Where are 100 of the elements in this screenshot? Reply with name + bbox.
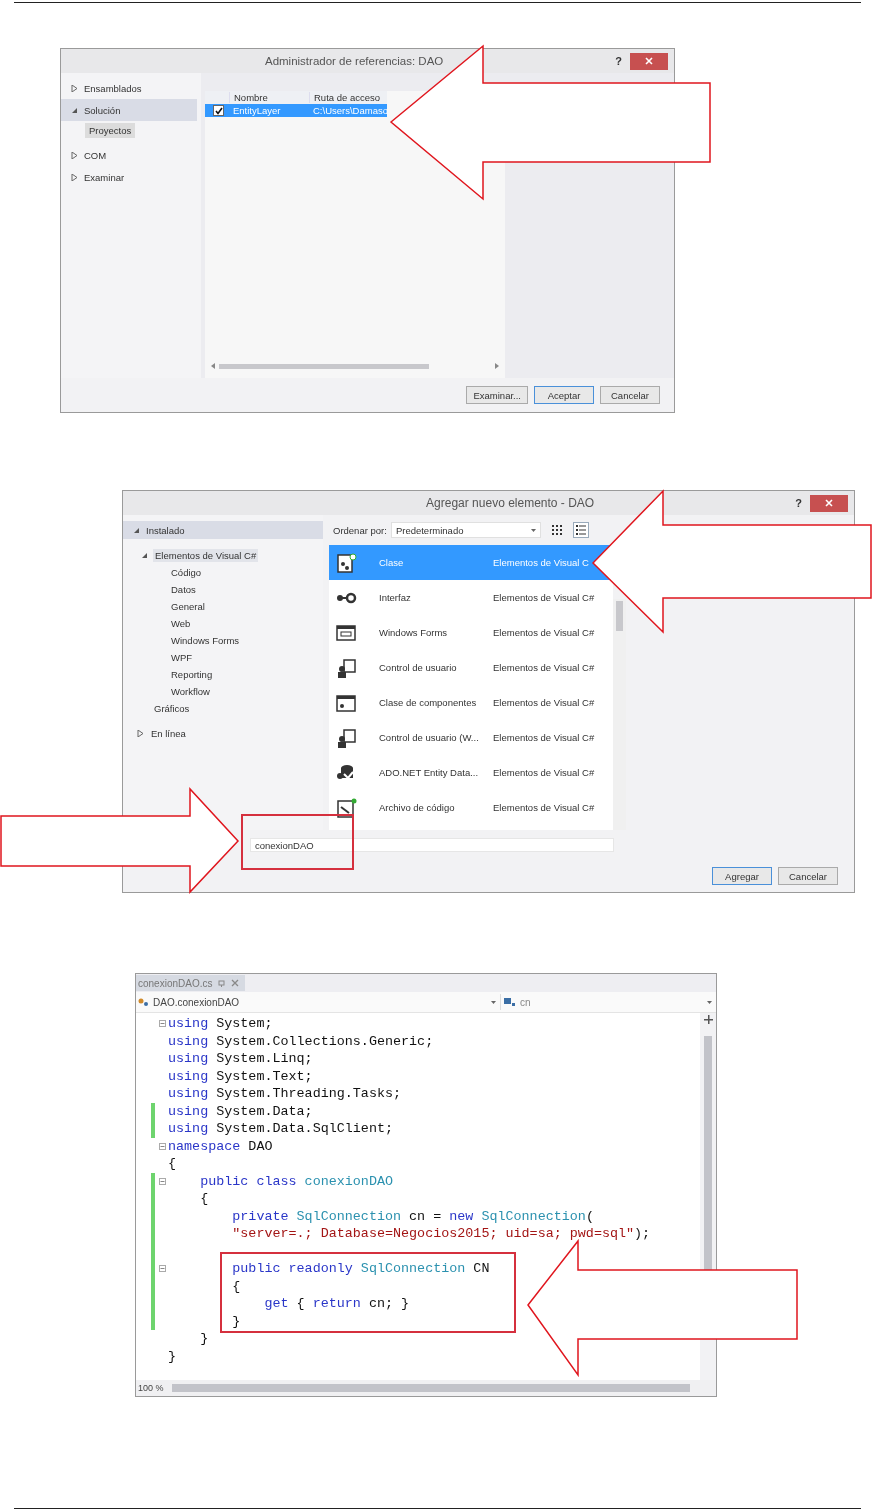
collapsed-icon[interactable] (71, 84, 78, 92)
close-icon (645, 57, 653, 65)
tree-item[interactable]: Reporting (169, 668, 215, 681)
template-category: Elementos de Visual C (493, 557, 590, 568)
fold-toggle[interactable] (159, 1020, 166, 1028)
code-line: { (231, 1278, 241, 1294)
caret-icon (491, 1000, 496, 1004)
collapsed-icon[interactable] (71, 173, 78, 181)
tree-header[interactable]: Instalado (123, 521, 323, 539)
code-line: } (168, 1348, 177, 1364)
code-line: using System.Text; (168, 1068, 313, 1084)
close-button[interactable] (630, 52, 668, 70)
code-line: using System; (168, 1016, 273, 1032)
tree-item[interactable]: Gráficos (152, 702, 192, 715)
fold-toggle[interactable] (159, 1265, 166, 1273)
dialog-button[interactable]: Agregar (712, 867, 772, 885)
horizontal-scrollbar[interactable] (171, 1384, 690, 1392)
template-name: Interfaz (379, 592, 412, 603)
tree-label: Instalado (146, 524, 185, 536)
sidebar-label: Examinar (84, 171, 125, 183)
tree-item[interactable]: Datos (169, 583, 198, 596)
user-icon (335, 726, 357, 749)
code-line: using System.Threading.Tasks; (168, 1086, 402, 1102)
sidebar-subitem[interactable]: Proyectos (85, 123, 136, 138)
expanded-icon[interactable] (141, 552, 148, 559)
code-line: private SqlConnection cn = new SqlConnection( (231, 1208, 594, 1224)
list-view-button[interactable] (572, 522, 589, 538)
dialog-title: Agregar nuevo elemento - DAO (426, 496, 595, 510)
code-line: using System.Data.SqlClient; (168, 1121, 393, 1137)
dialog-button[interactable]: Cancelar (778, 867, 838, 885)
code-line: public class conexionDAO (199, 1173, 393, 1189)
close-icon[interactable] (231, 979, 240, 987)
template-name: Control de usuario (W... (379, 732, 480, 743)
type-dropdown[interactable]: DAO.conexionDAO (136, 994, 501, 1010)
dialog-button[interactable]: Examinar... (466, 386, 528, 404)
checkbox[interactable] (213, 105, 224, 116)
document-icon (335, 796, 357, 819)
tree-item[interactable]: Elementos de Visual C# (153, 549, 259, 562)
collapsed-icon[interactable] (71, 151, 78, 159)
sidebar-item[interactable]: Ensamblados (61, 77, 197, 99)
tree-item[interactable]: Código (169, 566, 204, 579)
class-icon (138, 997, 150, 1007)
sort-dropdown[interactable]: Predeterminado (390, 522, 541, 538)
sidebar-item[interactable]: Examinar (61, 166, 197, 188)
collapsed-icon[interactable] (137, 730, 144, 737)
code-line: { (199, 1191, 209, 1207)
dialog-button[interactable]: Aceptar (534, 386, 594, 404)
scroll-right-icon[interactable] (495, 363, 499, 369)
template-category: Elementos de Visual C# (493, 802, 596, 813)
template-item[interactable]: Control de usuario (W... Elementos de Visual C# (329, 720, 613, 755)
dialog-button[interactable]: Cancelar (600, 386, 660, 404)
template-item[interactable]: ADO.NET Entity Data... Elementos de Visual C# (329, 755, 613, 790)
code-line: } (199, 1331, 209, 1347)
scroll-left-icon[interactable] (211, 363, 215, 369)
tree-item[interactable]: Windows Forms (169, 634, 242, 647)
help-button[interactable]: ? (787, 497, 810, 509)
user-icon (335, 656, 357, 679)
fold-toggle[interactable] (159, 1142, 166, 1150)
split-icon[interactable] (703, 1015, 713, 1024)
tree-item[interactable]: Web (169, 617, 193, 630)
template-item[interactable]: Control de usuario Elementos de Visual C# (329, 650, 613, 685)
code-line: public readonly SqlConnection CN (231, 1261, 490, 1277)
code-line: "server=.; Database=Negocios2015; uid=sa; pwd=sql"); (231, 1226, 651, 1242)
fold-toggle[interactable] (159, 1177, 166, 1185)
vertical-scrollbar[interactable] (613, 599, 626, 830)
zoom-level[interactable]: 100 % (138, 1383, 164, 1393)
tree-item[interactable]: WPF (169, 651, 195, 664)
expanded-icon[interactable] (133, 526, 140, 534)
caret-icon (707, 1000, 712, 1004)
tree-item[interactable]: En línea (149, 727, 188, 740)
template-item[interactable]: Archivo de código Elementos de Visual C# (329, 790, 613, 825)
dialog-title: Administrador de referencias: DAO (264, 55, 444, 67)
code-line: using System.Collections.Generic; (168, 1033, 434, 1049)
expanded-icon[interactable] (71, 106, 78, 114)
sidebar-item[interactable]: COM (61, 144, 197, 166)
template-item[interactable]: Windows Forms Elementos de Visual C# (329, 615, 613, 650)
template-name: Clase de componentes (379, 697, 478, 708)
template-name: Control de usuario (379, 662, 458, 673)
column-header[interactable]: Nombre (229, 92, 309, 103)
pin-icon[interactable] (218, 979, 226, 987)
tree-item[interactable]: Workflow (169, 685, 212, 698)
close-button[interactable] (810, 494, 848, 512)
code-line: namespace DAO (168, 1138, 273, 1154)
document-icon (335, 551, 357, 574)
sidebar-label: COM (84, 149, 107, 161)
member-dropdown[interactable]: cn (501, 994, 716, 1010)
help-button[interactable]: ? (607, 55, 630, 67)
field-icon (503, 997, 517, 1007)
column-header[interactable]: Ruta de acceso (309, 92, 387, 103)
template-item[interactable]: Clase de componentes Elementos de Visual C# (329, 685, 613, 720)
sidebar-item[interactable]: Solución (61, 99, 197, 121)
close-icon (825, 499, 833, 507)
tree-item[interactable]: General (169, 600, 207, 613)
template-category: Elementos de Visual C# (493, 662, 596, 673)
code-line: { (168, 1156, 177, 1172)
template-name: Archivo de código (379, 802, 456, 813)
name-field[interactable]: conexionDAO (250, 838, 614, 852)
sidebar-label: Ensamblados (84, 82, 142, 94)
template-category: Elementos de Visual C# (493, 767, 596, 778)
template-item[interactable]: Interfaz Elementos de Visual C# (329, 580, 613, 615)
